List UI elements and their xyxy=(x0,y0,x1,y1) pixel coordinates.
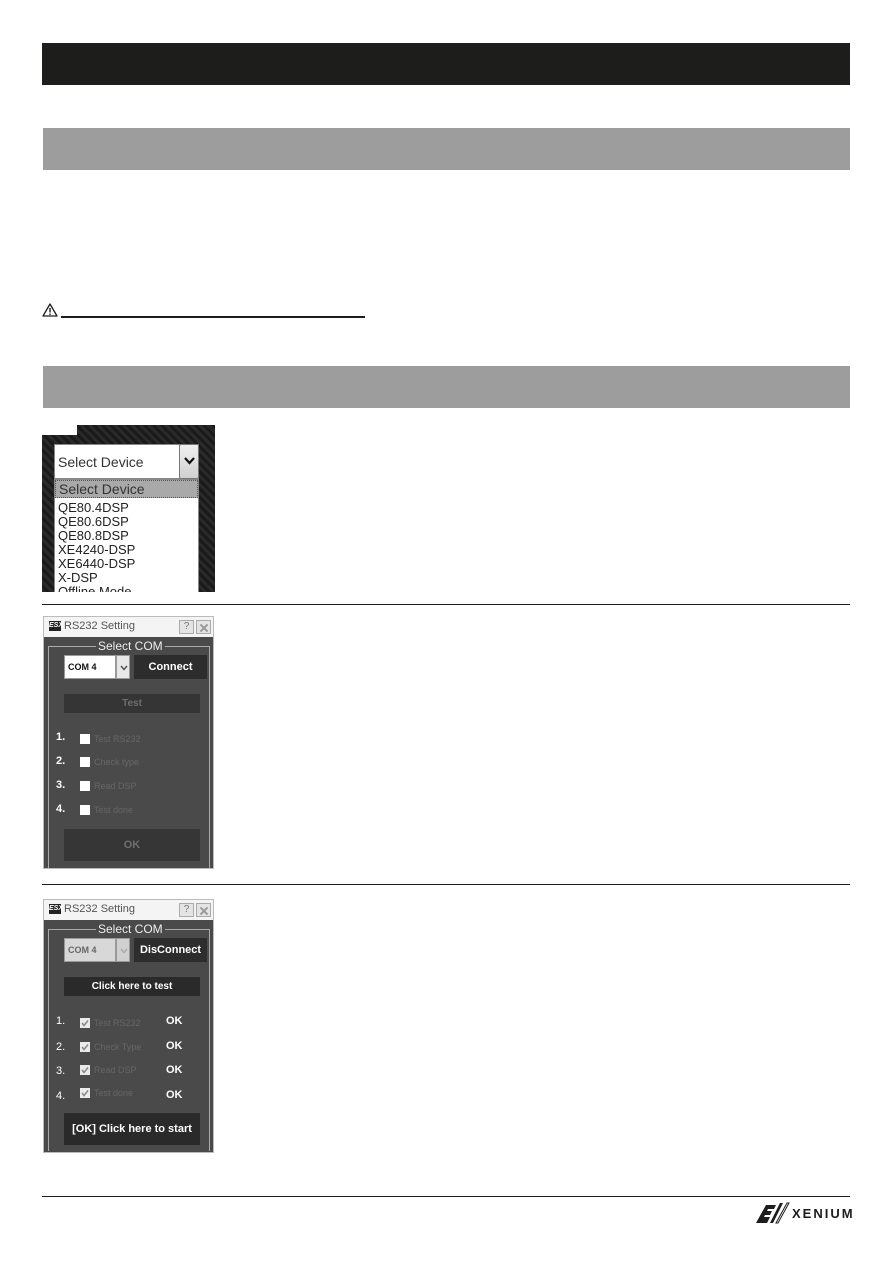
device-option[interactable]: XE6440-DSP xyxy=(55,557,198,571)
dialog-title: RS232 Setting xyxy=(64,903,135,915)
brand-name: XENIUM xyxy=(792,1206,855,1221)
step-label: Test RS232 xyxy=(94,1018,141,1028)
dropdown-toggle-button[interactable] xyxy=(179,444,199,479)
step-number: 3. xyxy=(56,1065,66,1077)
group-title: Select COM xyxy=(96,922,165,936)
com-port-select[interactable]: COM 4 xyxy=(64,938,116,962)
chevron-down-icon xyxy=(120,665,128,671)
step-number: 2. xyxy=(56,755,66,767)
chevron-down-icon xyxy=(120,948,128,954)
step-checkbox[interactable] xyxy=(80,805,90,815)
step-number: 2. xyxy=(56,1041,66,1053)
close-button[interactable] xyxy=(196,620,211,634)
group-title: Select COM xyxy=(96,639,165,653)
step-label: Test done xyxy=(94,805,134,815)
dialog-titlebar: ESX RS232 Setting ? xyxy=(44,900,213,920)
step-label: Read DSP xyxy=(94,781,137,791)
device-option[interactable]: Select Device xyxy=(55,480,198,498)
step-status: OK xyxy=(166,1040,183,1052)
step-checkbox-checked[interactable] xyxy=(80,1065,90,1075)
device-option[interactable]: X-DSP xyxy=(55,571,198,585)
device-option[interactable]: Offline Mode xyxy=(55,585,198,593)
dialog-titlebar: ESX RS232 Setting ? xyxy=(44,617,213,637)
decor-tab xyxy=(42,425,77,435)
step-number: 1. xyxy=(56,731,66,743)
warning-underline xyxy=(61,316,365,318)
com-dropdown-toggle[interactable] xyxy=(116,938,130,962)
device-select-screenshot: Select Device Select Device QE80.4DSP QE… xyxy=(42,425,215,592)
step-checkbox-checked[interactable] xyxy=(80,1042,90,1052)
step-number: 3. xyxy=(56,779,66,791)
brand-logo: XENIUM xyxy=(754,1202,855,1224)
step-checkbox-checked[interactable] xyxy=(80,1018,90,1028)
step-label: Check type xyxy=(94,757,140,767)
device-dropdown-value: Select Device xyxy=(58,454,144,470)
app-logo-icon: ESX xyxy=(49,621,64,631)
step-number: 4. xyxy=(56,803,66,815)
divider xyxy=(42,884,850,885)
chevron-down-icon xyxy=(184,457,195,465)
device-option[interactable]: QE80.4DSP xyxy=(55,501,198,515)
test-button[interactable]: Test xyxy=(64,694,200,713)
close-button[interactable] xyxy=(196,903,211,917)
step-status: OK xyxy=(166,1015,183,1027)
section-header-bar xyxy=(43,366,850,408)
page-header-bar xyxy=(42,43,850,85)
esx-logo-icon xyxy=(756,1202,790,1224)
device-option[interactable]: QE80.8DSP xyxy=(55,529,198,543)
step-checkbox-checked[interactable] xyxy=(80,1088,90,1098)
device-dropdown[interactable]: Select Device xyxy=(54,444,199,479)
step-label: Test RS232 xyxy=(94,734,141,744)
step-label: Test done xyxy=(94,1088,134,1098)
step-status: OK xyxy=(166,1089,183,1101)
com-port-select[interactable]: COM 4 xyxy=(64,655,116,679)
start-button[interactable]: [OK] Click here to start xyxy=(64,1113,200,1145)
dialog-title: RS232 Setting xyxy=(64,620,135,632)
step-number: 4. xyxy=(56,1090,66,1102)
step-checkbox[interactable] xyxy=(80,781,90,791)
footer-divider xyxy=(42,1196,850,1197)
help-button[interactable]: ? xyxy=(179,903,194,917)
warning-icon xyxy=(42,303,58,317)
device-option[interactable]: XE4240-DSP xyxy=(55,543,198,557)
com-port-value: COM 4 xyxy=(68,945,97,955)
checkmark-icon xyxy=(81,1067,89,1074)
step-label: Check Type xyxy=(94,1042,142,1052)
ok-button[interactable]: OK xyxy=(64,829,200,861)
step-checkbox[interactable] xyxy=(80,734,90,744)
divider xyxy=(42,604,850,605)
com-dropdown-toggle[interactable] xyxy=(116,655,130,679)
disconnect-button[interactable]: DisConnect xyxy=(134,938,207,962)
device-option[interactable]: QE80.6DSP xyxy=(55,515,198,529)
connect-button[interactable]: Connect xyxy=(134,655,207,679)
checkmark-icon xyxy=(81,1090,89,1097)
rs232-dialog-after: ESX RS232 Setting ? Select COM COM 4 Dis… xyxy=(43,899,214,1153)
section-header-bar xyxy=(43,128,850,170)
app-logo-icon: ESX xyxy=(49,904,64,914)
checkmark-icon xyxy=(81,1020,89,1027)
step-status: OK xyxy=(166,1064,183,1076)
help-button[interactable]: ? xyxy=(179,620,194,634)
rs232-dialog-before: ESX RS232 Setting ? Select COM COM 4 Con… xyxy=(43,616,214,869)
device-options-list: Select Device QE80.4DSP QE80.6DSP QE80.8… xyxy=(54,479,199,592)
step-label: Read DSP xyxy=(94,1065,137,1075)
step-number: 1. xyxy=(56,1015,66,1027)
com-port-value: COM 4 xyxy=(68,662,97,672)
click-to-test-button[interactable]: Click here to test xyxy=(64,977,200,996)
checkmark-icon xyxy=(81,1044,89,1051)
step-checkbox[interactable] xyxy=(80,757,90,767)
